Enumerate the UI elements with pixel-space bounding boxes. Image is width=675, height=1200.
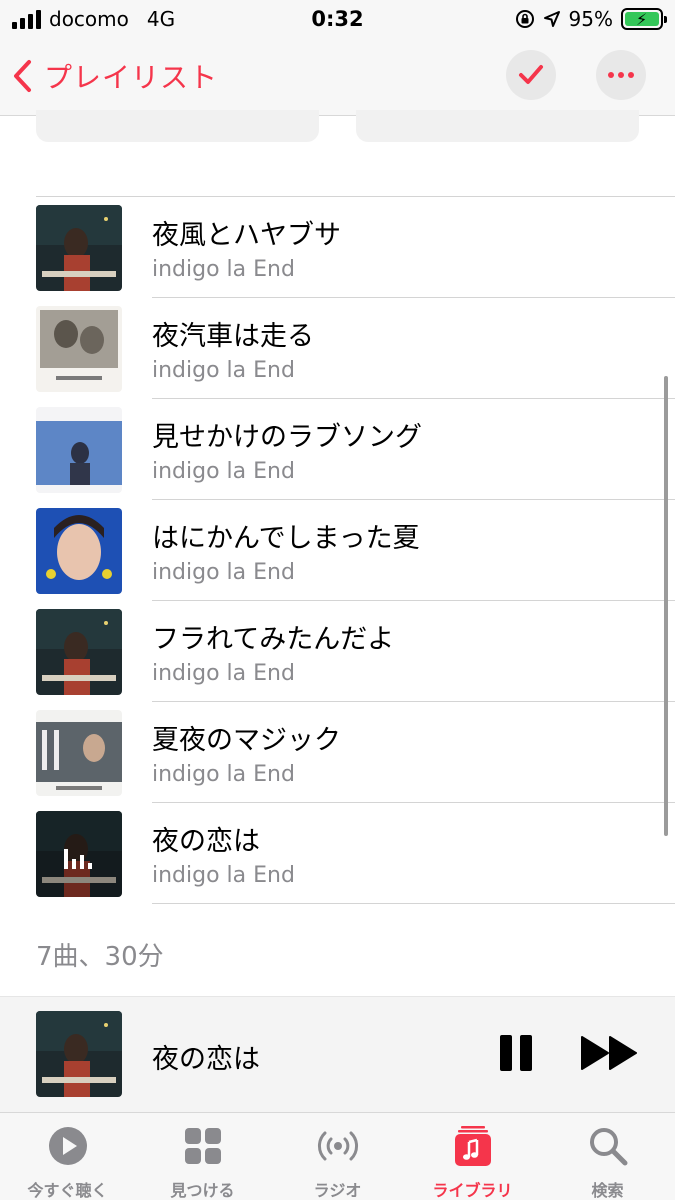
- track-title: はにかんでしまった夏: [152, 523, 420, 554]
- tab-listen-now[interactable]: 今すぐ聴く: [0, 1113, 135, 1200]
- track-artist: indigo la End: [152, 762, 295, 787]
- track-artist: indigo la End: [152, 459, 295, 484]
- tab-label: ラジオ: [313, 1181, 362, 1200]
- action-card-left[interactable]: [36, 110, 319, 142]
- scrollbar[interactable]: [664, 376, 668, 836]
- tab-search[interactable]: 検索: [540, 1113, 675, 1200]
- location-arrow-icon: [543, 11, 560, 27]
- ellipsis-icon: [608, 72, 634, 78]
- tab-label: ライブラリ: [432, 1181, 513, 1200]
- album-art: [36, 710, 122, 796]
- play-circle-icon: [49, 1127, 87, 1165]
- mini-player-title: 夜の恋は: [152, 1044, 260, 1075]
- track-row[interactable]: フラれてみたんだよ indigo la End: [0, 601, 675, 702]
- track-title: 夜風とハヤブサ: [152, 220, 341, 251]
- track-artist: indigo la End: [152, 257, 295, 282]
- done-button[interactable]: [506, 50, 556, 100]
- tab-radio[interactable]: ラジオ: [270, 1113, 405, 1200]
- library-icon: [455, 1126, 491, 1166]
- album-art: [36, 609, 122, 695]
- track-row[interactable]: 見せかけのラブソング indigo la End: [0, 399, 675, 500]
- album-art: [36, 407, 122, 493]
- track-artist: indigo la End: [152, 560, 295, 585]
- tab-browse[interactable]: 見つける: [135, 1113, 270, 1200]
- track-row[interactable]: はにかんでしまった夏 indigo la End: [0, 500, 675, 601]
- tab-bar: 今すぐ聴く 見つける ラジオ ライブラリ 検索: [0, 1112, 675, 1200]
- track-title: 夜汽車は走る: [152, 321, 314, 352]
- track-title: フラれてみたんだよ: [152, 624, 395, 655]
- track-row[interactable]: 夜汽車は走る indigo la End: [0, 298, 675, 399]
- album-art: [36, 811, 122, 897]
- track-title: 夏夜のマジック: [152, 725, 341, 756]
- back-button[interactable]: プレイリスト: [12, 56, 218, 96]
- tab-label: 今すぐ聴く: [27, 1181, 108, 1200]
- track-row[interactable]: 夜風とハヤブサ indigo la End: [0, 197, 675, 298]
- tab-label: 検索: [591, 1181, 624, 1200]
- radio-icon: [318, 1131, 358, 1161]
- track-artist: indigo la End: [152, 863, 295, 888]
- pause-icon: [500, 1035, 512, 1071]
- checkmark-icon: [519, 65, 543, 84]
- now-playing-icon: [64, 849, 92, 869]
- battery-icon: ⚡: [621, 8, 667, 30]
- track-artist: indigo la End: [152, 358, 295, 383]
- grid-icon: [185, 1128, 221, 1164]
- track-row[interactable]: 夏夜のマジック indigo la End: [0, 702, 675, 803]
- chevron-left-icon: [14, 60, 31, 92]
- mini-player-art: [36, 1011, 122, 1097]
- track-artist: indigo la End: [152, 661, 295, 686]
- album-art: [36, 508, 122, 594]
- tab-library[interactable]: ライブラリ: [405, 1113, 540, 1200]
- nav-bar: プレイリスト: [0, 38, 675, 116]
- track-title: 見せかけのラブソング: [152, 422, 422, 453]
- orientation-lock-icon: [515, 10, 534, 28]
- search-icon: [590, 1128, 628, 1166]
- pause-button[interactable]: [500, 1035, 536, 1071]
- more-button[interactable]: [596, 50, 646, 100]
- back-label: プレイリスト: [44, 61, 219, 94]
- mini-player[interactable]: 夜の恋は: [0, 996, 675, 1112]
- fast-forward-icon[interactable]: [580, 1035, 640, 1071]
- row-divider: [152, 903, 675, 904]
- album-art: [36, 205, 122, 291]
- tab-label: 見つける: [170, 1181, 235, 1200]
- status-right: 95% ⚡: [515, 7, 667, 31]
- track-row[interactable]: 夜の恋は indigo la End: [0, 803, 675, 904]
- action-card-right[interactable]: [356, 110, 639, 142]
- playlist-summary: 7曲、30分: [36, 942, 164, 972]
- status-bar: docomo 4G 0:32 95% ⚡: [0, 0, 675, 38]
- battery-percent: 95%: [568, 7, 613, 31]
- track-title: 夜の恋は: [152, 826, 260, 857]
- album-art: [36, 306, 122, 392]
